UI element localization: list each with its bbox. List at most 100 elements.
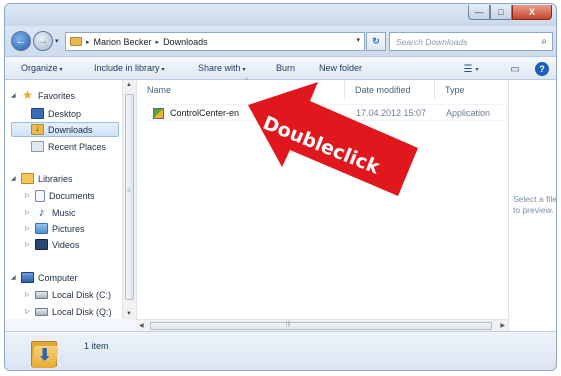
nav-music[interactable]: ▷ ♪ Music — [25, 205, 76, 220]
refresh-icon: ↻ — [372, 36, 380, 46]
address-dropdown-icon[interactable]: ▾ — [356, 36, 360, 44]
breadcrumb-user[interactable]: Marion Becker — [94, 37, 152, 47]
close-button[interactable]: X — [512, 5, 552, 20]
computer-icon — [21, 272, 34, 283]
videos-icon — [35, 239, 48, 250]
file-row[interactable]: ControlCenter-en 17.04.2012 15:07 Applic… — [147, 104, 507, 121]
nav-documents[interactable]: ▷ Documents — [25, 188, 95, 203]
nav-downloads-label: Downloads — [48, 124, 93, 135]
views-icon: ☰ — [463, 63, 473, 75]
navigation-scrollbar[interactable]: ▲ ≡ ▼ — [122, 80, 136, 319]
nav-local-disk-q[interactable]: ▷ Local Disk (Q:) — [25, 304, 112, 319]
nav-computer[interactable]: ◢ Computer — [11, 270, 78, 285]
preview-pane-icon: ▭ — [510, 63, 520, 75]
address-bar[interactable]: ▸ Marion Becker ▸ Downloads ▾ — [65, 32, 365, 51]
nav-local-disk-c[interactable]: ▷ Local Disk (C:) — [25, 287, 111, 302]
title-bar: — □ X — [5, 4, 556, 26]
organize-button[interactable]: Organize ▾ — [21, 63, 63, 73]
address-row: ← → ▾ ▸ Marion Becker ▸ Downloads ▾ ↻ Se… — [5, 26, 556, 56]
breadcrumb-separator[interactable]: ▸ — [156, 38, 160, 46]
chevron-down-icon: ▾ — [242, 67, 246, 73]
downloads-folder-icon — [31, 123, 44, 135]
forward-button[interactable]: → — [33, 31, 53, 51]
expanded-arrow-icon[interactable]: ◢ — [11, 175, 17, 182]
new-folder-button[interactable]: New folder — [319, 63, 362, 73]
nav-music-label: Music — [52, 207, 76, 218]
file-date-modified: 17.04.2012 15:07 — [356, 108, 427, 118]
scroll-left-icon[interactable]: ◀ — [139, 322, 144, 329]
nav-downloads[interactable]: Downloads — [11, 122, 119, 137]
refresh-button[interactable]: ↻ — [366, 32, 386, 51]
nav-favorites[interactable]: ◢ ★ Favorites — [11, 88, 75, 103]
nav-computer-label: Computer — [38, 272, 78, 283]
scrollbar-grip-icon: ||| — [286, 321, 291, 327]
help-button[interactable]: ? — [532, 61, 552, 77]
chevron-down-icon: ▾ — [161, 67, 165, 73]
sort-ascending-icon: ^ — [245, 78, 248, 84]
music-icon: ♪ — [38, 205, 45, 219]
burn-button[interactable]: Burn — [276, 63, 295, 73]
preview-pane-button[interactable]: ▭ — [505, 61, 525, 77]
scroll-up-icon[interactable]: ▲ — [126, 82, 132, 88]
chevron-down-icon: ▾ — [59, 67, 63, 73]
minimize-button[interactable]: — — [468, 5, 490, 20]
desktop-icon — [31, 108, 44, 119]
item-count: 1 item — [84, 341, 109, 351]
collapsed-arrow-icon[interactable]: ▷ — [25, 209, 31, 216]
nav-libraries[interactable]: ◢ Libraries — [11, 171, 73, 186]
nav-recent-label: Recent Places — [48, 141, 107, 152]
search-icon[interactable]: ⌕ — [541, 36, 547, 47]
documents-icon — [35, 189, 45, 202]
nav-favorites-label: Favorites — [38, 90, 76, 101]
back-arrow-icon: ← — [15, 35, 27, 47]
expanded-arrow-icon[interactable]: ◢ — [11, 274, 17, 281]
window-controls: — □ X — [468, 5, 552, 20]
preview-pane: Select a file to preview. — [508, 80, 557, 331]
scroll-right-icon[interactable]: ▶ — [500, 322, 505, 329]
column-type-label: Type — [445, 85, 465, 95]
explorer-window: — □ X ← → ▾ ▸ Marion Becker ▸ Downloads … — [4, 3, 557, 371]
column-header-type[interactable]: Type — [435, 80, 509, 100]
collapsed-arrow-icon[interactable]: ▷ — [25, 308, 31, 315]
libraries-icon — [21, 173, 34, 184]
download-arrow-icon: ⬇ — [38, 347, 52, 364]
collapsed-arrow-icon[interactable]: ▷ — [25, 291, 31, 298]
column-name-label: Name — [147, 85, 172, 95]
nav-recent-places[interactable]: Recent Places — [31, 139, 106, 154]
star-icon: ★ — [22, 88, 33, 102]
preview-placeholder: Select a file to preview. — [513, 194, 557, 215]
details-pane: ⬇ 1 item — [5, 331, 556, 370]
horizontal-scrollbar[interactable]: ◀ ||| ▶ — [136, 319, 508, 331]
disk-drive-icon — [35, 307, 48, 316]
change-view-button[interactable]: ☰ ▾ — [461, 61, 481, 77]
organize-label: Organize — [21, 63, 58, 73]
breadcrumb-downloads[interactable]: Downloads — [163, 37, 208, 47]
nav-videos[interactable]: ▷ Videos — [25, 237, 79, 252]
recent-pages-dropdown[interactable]: ▾ — [55, 37, 59, 45]
breadcrumb-separator[interactable]: ▸ — [86, 38, 90, 46]
column-header-date[interactable]: Date modified — [345, 80, 435, 100]
scrollbar-thumb[interactable] — [125, 94, 134, 300]
include-in-library-button[interactable]: Include in library ▾ — [94, 63, 165, 73]
collapsed-arrow-icon[interactable]: ▷ — [25, 192, 31, 199]
collapsed-arrow-icon[interactable]: ▷ — [25, 225, 31, 232]
back-button[interactable]: ← — [11, 31, 31, 51]
command-bar: Organize ▾ Include in library ▾ Share with… — [5, 56, 556, 80]
maximize-button[interactable]: □ — [490, 5, 512, 20]
column-date-label: Date modified — [355, 85, 411, 95]
file-type: Application — [446, 108, 491, 118]
scrollbar-thumb[interactable] — [150, 322, 492, 330]
include-label: Include in library — [94, 63, 160, 73]
collapsed-arrow-icon[interactable]: ▷ — [25, 241, 31, 248]
nav-desktop[interactable]: Desktop — [31, 106, 81, 121]
scroll-down-icon[interactable]: ▼ — [126, 311, 132, 317]
nav-desktop-label: Desktop — [48, 108, 82, 119]
nav-libraries-label: Libraries — [38, 173, 73, 184]
search-input[interactable]: Search Downloads ⌕ — [389, 32, 553, 51]
expanded-arrow-icon[interactable]: ◢ — [11, 92, 17, 99]
search-placeholder: Search Downloads — [396, 36, 468, 47]
share-with-button[interactable]: Share with ▾ — [198, 63, 246, 73]
nav-pictures[interactable]: ▷ Pictures — [25, 221, 85, 236]
column-header-name[interactable]: Name ^ — [137, 78, 345, 100]
nav-disk-c-label: Local Disk (C:) — [52, 289, 112, 300]
